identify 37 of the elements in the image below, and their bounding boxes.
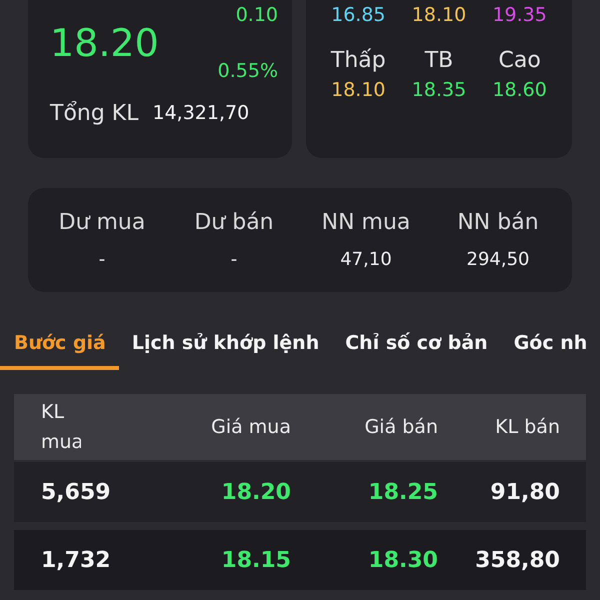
column-header: Giá mua [210, 416, 291, 438]
tab[interactable]: Chỉ số cơ bản [332, 322, 501, 370]
current-price: 18.20 [50, 21, 159, 65]
stat-value: 18.60 [492, 79, 547, 101]
table-cell-text: 18.20 [220, 480, 291, 504]
total-volume-label: Tổng KL [50, 100, 138, 126]
column-header: KL bán [494, 416, 560, 438]
table-cell-text: 18.30 [367, 548, 438, 572]
price-change-percent: 0.55% [218, 60, 278, 82]
table-cell-text: 18.25 [367, 480, 438, 504]
balance-value: 47,10 [340, 249, 392, 270]
balance-value: - [230, 249, 238, 270]
tab[interactable]: Lịch sử khớp lệnh [118, 322, 332, 370]
price-change: 0.10 [236, 4, 278, 26]
balance-label: NN bán [457, 210, 539, 235]
balance-label: Dư bán [194, 210, 274, 235]
table-cell-text: 358,80 [474, 548, 560, 572]
stat-label: TB [424, 48, 454, 73]
reference-price: 18.10 [412, 4, 466, 26]
table-cell-text: 1,732 [41, 548, 112, 572]
stat-value: 18.10 [331, 79, 386, 101]
balance-value: - [98, 249, 106, 270]
balance-value: 294,50 [466, 249, 530, 270]
stat-label: Cao [498, 48, 541, 73]
table-cell-text: 18.15 [220, 548, 291, 572]
stat-value: 18.35 [412, 79, 466, 101]
table-cell-text: 5,659 [41, 480, 112, 504]
total-volume-value: 14,321,70 [152, 102, 250, 124]
stat-label: Thấp [330, 48, 386, 73]
tab[interactable]: Góc nh [500, 322, 600, 370]
reference-price: 16.85 [331, 4, 386, 26]
table-cell-text: 91,80 [489, 480, 560, 504]
balance-label: NN mua [322, 210, 410, 235]
reference-price: 19.35 [492, 4, 547, 26]
balance-label: Dư mua [58, 210, 146, 235]
column-header: Giá bán [364, 416, 438, 438]
tab[interactable]: Bước giá [0, 322, 119, 370]
